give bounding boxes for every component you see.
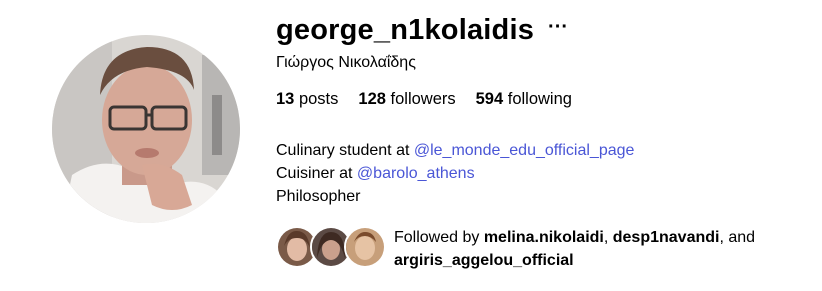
bio-mention-le-monde[interactable]: @le_monde_edu_official_page <box>414 142 635 159</box>
followed-by-text: Followed by melina.nikolaidi, desp1navan… <box>394 226 814 272</box>
bio-line-1: Culinary student at @le_monde_edu_offici… <box>276 139 816 162</box>
followers-label: followers <box>390 90 456 108</box>
following-label: following <box>507 90 572 108</box>
follower-avatars <box>276 226 386 268</box>
bio-line-1-text: Culinary student at <box>276 142 414 159</box>
profile-bio: Culinary student at @le_monde_edu_offici… <box>276 139 816 208</box>
follower-avatar-3 <box>344 226 386 268</box>
following-count: 594 <box>475 90 504 108</box>
bio-mention-barolo[interactable]: @barolo_athens <box>357 165 475 182</box>
posts-stat: 13 posts <box>276 90 338 109</box>
followers-stat[interactable]: 128 followers <box>358 90 455 109</box>
followed-by-section[interactable]: Followed by melina.nikolaidi, desp1navan… <box>276 226 814 272</box>
more-options-icon[interactable]: ··· <box>548 16 568 39</box>
posts-count: 13 <box>276 90 295 108</box>
bio-line-2-text: Cuisiner at <box>276 165 357 182</box>
profile-photo <box>52 35 240 223</box>
followers-count: 128 <box>358 90 386 108</box>
bio-line-3: Philosopher <box>276 188 361 205</box>
followed-by-user-1[interactable]: melina.nikolaidi <box>484 229 604 246</box>
profile-username: george_n1kolaidis <box>276 13 535 46</box>
followed-by-sep-1: , <box>603 229 613 246</box>
profile-stats: 13 posts 128 followers 594 following <box>276 90 816 109</box>
profile-avatar[interactable] <box>52 35 240 223</box>
profile-full-name: Γιώργος Νικολαΐδης <box>276 54 416 71</box>
followed-by-user-2[interactable]: desp1navandi <box>613 229 720 246</box>
followed-by-sep-2: , and <box>719 229 756 246</box>
followed-by-prefix: Followed by <box>394 229 484 246</box>
followed-by-user-3[interactable]: argiris_aggelou_official <box>394 252 574 269</box>
posts-label: posts <box>298 90 339 108</box>
following-stat[interactable]: 594 following <box>476 90 572 109</box>
bio-line-2: Cuisiner at @barolo_athens <box>276 162 816 185</box>
